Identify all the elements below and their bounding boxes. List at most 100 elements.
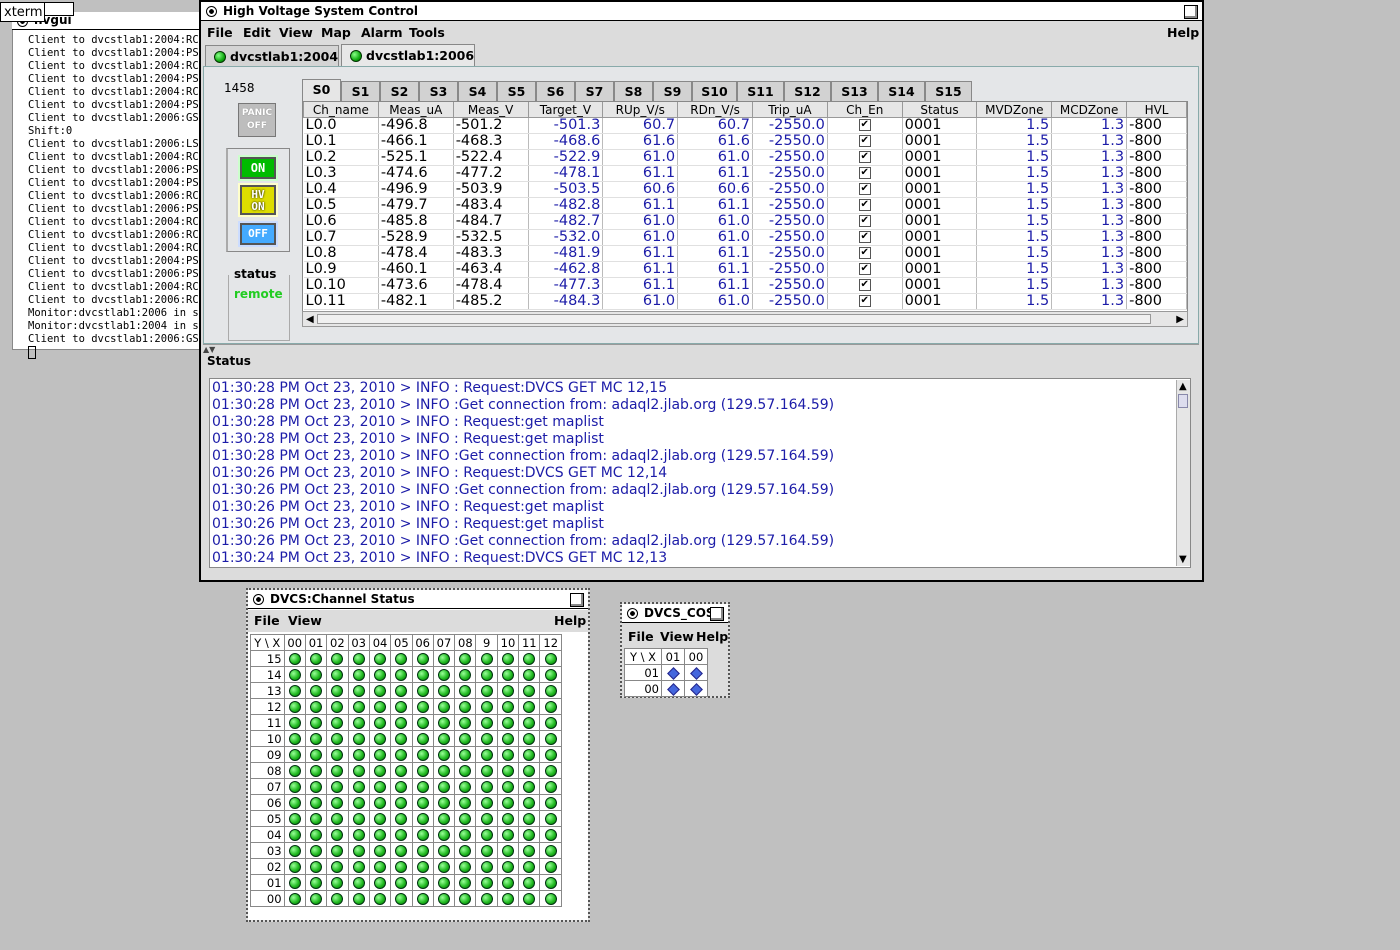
channel-cell[interactable] [475, 874, 498, 891]
channel-cell[interactable] [283, 858, 306, 875]
channel-cell[interactable] [326, 794, 349, 811]
status-led-icon[interactable] [288, 717, 301, 729]
status-led-icon[interactable] [288, 749, 301, 761]
status-led-icon[interactable] [395, 749, 408, 761]
table-cell[interactable]: 61.1 [602, 165, 679, 182]
channel-cell[interactable] [475, 682, 498, 699]
table-row[interactable]: L0.6 -485.8 -484.7 -482.7 61.0 61.0 -2550.0 ✔ 00… [303, 213, 1187, 230]
channel-cell[interactable] [518, 730, 541, 747]
status-led-icon[interactable] [395, 813, 408, 825]
status-led-icon[interactable] [523, 765, 536, 777]
table-cell[interactable]: -800 [1126, 197, 1187, 214]
column-header[interactable]: Status [901, 102, 978, 118]
slot-tab-s4[interactable]: S4 [458, 81, 497, 101]
table-cell[interactable]: -800 [1126, 181, 1187, 198]
channel-cell[interactable] [390, 746, 413, 763]
table-cell[interactable]: -2550.0 [752, 165, 828, 182]
channel-cell[interactable] [432, 650, 456, 667]
status-led-icon[interactable] [310, 717, 323, 729]
table-cell[interactable]: 0001 [902, 181, 978, 198]
menu-alarm[interactable]: Alarm [361, 25, 403, 40]
table-cell[interactable]: -528.9 [378, 229, 454, 246]
channel-cell[interactable] [390, 874, 413, 891]
table-row[interactable]: L0.10 -473.6 -478.4 -477.3 61.1 61.1 -2550.0 ✔ 0… [303, 277, 1187, 294]
table-cell[interactable]: L0.8 [303, 245, 379, 262]
table-cell[interactable]: -496.9 [378, 181, 454, 198]
ch-en-cell[interactable]: ✔ [827, 181, 903, 198]
table-cell[interactable]: 61.6 [602, 133, 679, 150]
channel-cell[interactable] [347, 810, 370, 827]
channel-cell[interactable] [390, 842, 413, 859]
channel-cell[interactable] [283, 890, 306, 907]
channel-cell[interactable] [368, 682, 392, 699]
status-led-icon[interactable] [352, 813, 365, 825]
status-led-icon[interactable] [395, 845, 408, 857]
table-cell[interactable]: 1.3 [1051, 245, 1128, 262]
status-led-icon[interactable] [480, 685, 493, 697]
channel-cell[interactable] [411, 842, 434, 859]
column-header[interactable]: Meas_uA [377, 102, 454, 118]
channel-cell[interactable] [368, 874, 392, 891]
status-led-icon[interactable] [288, 861, 301, 873]
channel-cell[interactable] [411, 890, 434, 907]
channel-cell[interactable] [496, 858, 520, 875]
table-cell[interactable]: 60.6 [602, 181, 679, 198]
table-cell[interactable]: 1.3 [1051, 181, 1128, 198]
column-header[interactable]: Ch_En [826, 102, 903, 118]
status-led-icon[interactable] [544, 797, 557, 809]
status-led-icon[interactable] [544, 701, 557, 713]
channel-cell[interactable] [326, 730, 349, 747]
status-led-icon[interactable] [501, 893, 514, 905]
channel-cell[interactable] [368, 778, 392, 795]
channel-cell[interactable] [326, 858, 349, 875]
table-cell[interactable]: -800 [1126, 261, 1187, 278]
maximize-icon[interactable] [1184, 5, 1198, 19]
slot-tab-s12[interactable]: S12 [784, 81, 831, 101]
channel-cell[interactable] [539, 842, 562, 859]
table-cell[interactable]: 61.0 [602, 229, 679, 246]
table-cell[interactable]: -800 [1126, 293, 1187, 310]
table-cell[interactable]: 61.1 [602, 277, 679, 294]
status-led-icon[interactable] [523, 653, 536, 665]
table-cell[interactable]: -468.6 [528, 133, 604, 150]
status-led-icon[interactable] [544, 749, 557, 761]
status-led-icon[interactable] [374, 861, 386, 873]
menu-view[interactable]: View [279, 25, 313, 40]
slot-tab-s11[interactable]: S11 [737, 81, 784, 101]
table-cell[interactable]: -477.3 [528, 277, 604, 294]
channel-cell[interactable] [475, 794, 498, 811]
channel-cell[interactable] [454, 714, 477, 731]
channel-cell[interactable] [475, 666, 498, 683]
channel-cell[interactable] [347, 842, 370, 859]
status-led-icon[interactable] [459, 733, 472, 745]
channel-cell[interactable] [496, 746, 520, 763]
channel-cell[interactable] [283, 794, 306, 811]
table-cell[interactable]: -482.8 [528, 197, 604, 214]
status-led-icon[interactable] [480, 797, 493, 809]
table-cell[interactable]: L0.3 [303, 165, 379, 182]
slot-tab-s14[interactable]: S14 [878, 81, 925, 101]
channel-cell[interactable] [326, 778, 349, 795]
status-led-icon[interactable] [374, 829, 386, 841]
slot-tab-s13[interactable]: S13 [831, 81, 878, 101]
channel-cell[interactable] [432, 682, 456, 699]
table-row[interactable]: L0.11 -482.1 -485.2 -484.3 61.0 61.0 -2550.0 ✔ 0… [303, 293, 1187, 310]
status-led-icon[interactable] [374, 893, 386, 905]
tab-dvcstlab1-2006[interactable]: dvcstlab1:2006 [341, 44, 475, 68]
channel-cell[interactable] [539, 698, 562, 715]
channel-cell[interactable] [283, 666, 306, 683]
status-led-icon[interactable] [310, 813, 323, 825]
table-row[interactable]: L0.8 -478.4 -483.3 -481.9 61.1 61.1 -2550.0 ✔ 00… [303, 245, 1187, 262]
ch-en-cell[interactable]: ✔ [827, 165, 903, 182]
channel-cell[interactable] [454, 666, 477, 683]
status-led-icon[interactable] [544, 653, 557, 665]
table-row[interactable]: L0.9 -460.1 -463.4 -462.8 61.1 61.1 -2550.0 ✔ 00… [303, 261, 1187, 278]
status-led-icon[interactable] [352, 829, 365, 841]
status-led-icon[interactable] [374, 653, 386, 665]
status-led-icon[interactable] [459, 701, 472, 713]
channel-cell[interactable] [347, 730, 370, 747]
scroll-right-icon[interactable]: ▶ [1176, 314, 1184, 325]
channel-cell[interactable] [518, 682, 541, 699]
channel-cell[interactable] [326, 666, 349, 683]
table-cell[interactable]: 0001 [902, 293, 978, 310]
